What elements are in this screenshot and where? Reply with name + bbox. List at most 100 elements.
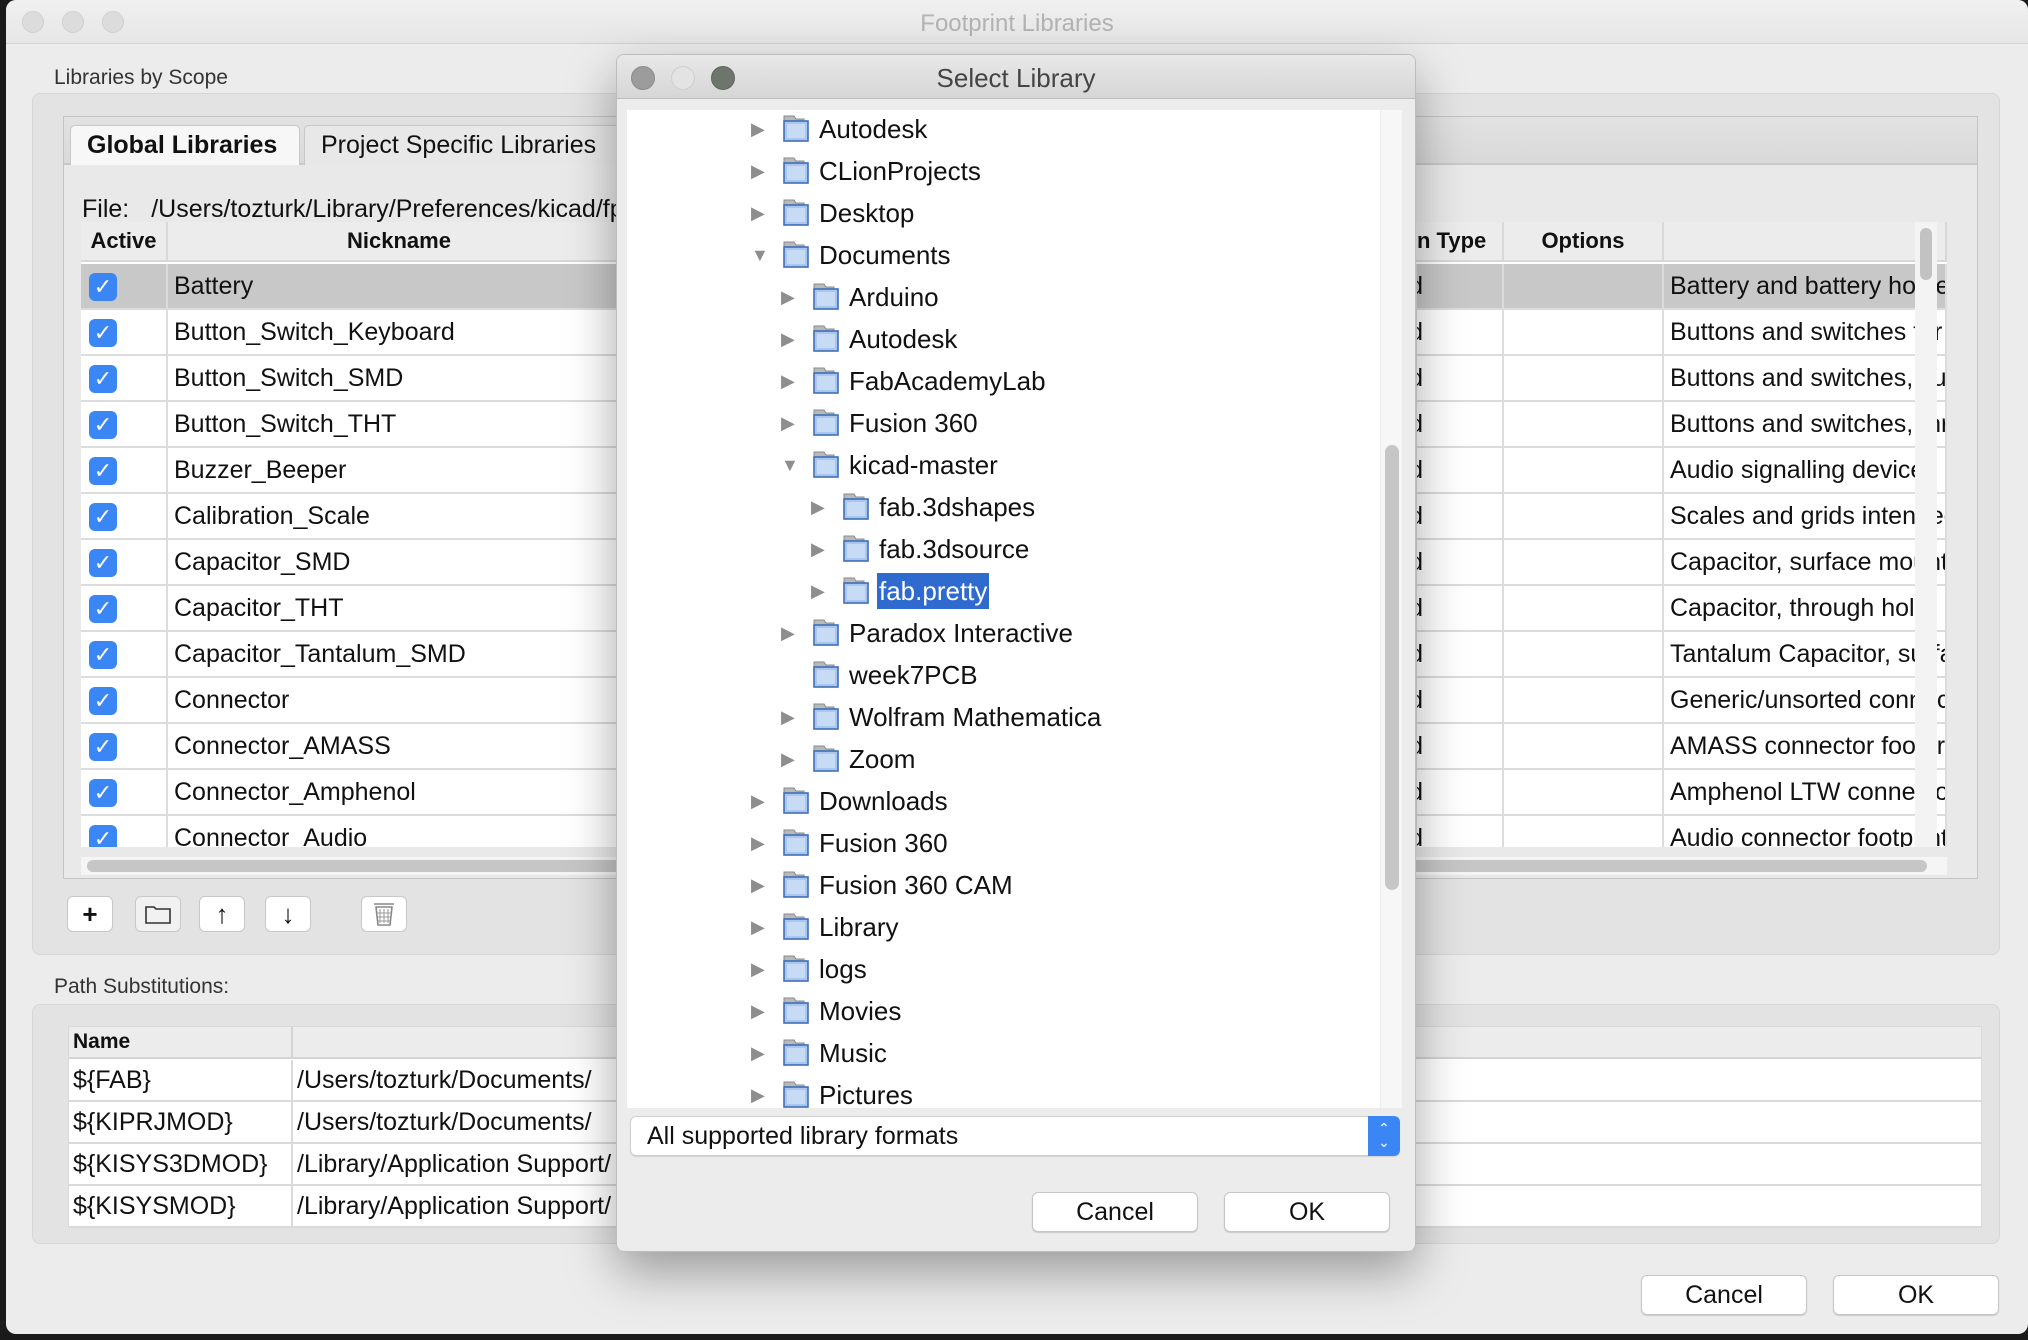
plugin-type-cell[interactable]: KiCad (1417, 724, 1504, 768)
nickname-cell[interactable]: Button_Switch_THT (168, 402, 632, 446)
tree-item[interactable]: ▶ Autodesk (627, 110, 1387, 150)
description-cell[interactable]: Capacitor, surface mount (1664, 540, 1947, 584)
tree-item[interactable]: ▶ Library (627, 906, 1387, 948)
tree-item-label[interactable]: Zoom (847, 741, 917, 777)
disclosure-collapsed-icon[interactable]: ▶ (811, 580, 829, 602)
tree-item-label[interactable]: Arduino (847, 279, 941, 315)
plugin-type-cell[interactable]: KiCad (1417, 678, 1504, 722)
disclosure-collapsed-icon[interactable]: ▶ (781, 370, 799, 392)
substitution-name-cell[interactable]: ${KISYSMOD} (69, 1186, 293, 1226)
options-cell[interactable] (1504, 448, 1664, 492)
options-cell[interactable] (1504, 770, 1664, 814)
tree-item[interactable]: ▼ Documents (627, 234, 1387, 276)
tree-item[interactable]: ▶ Pictures (627, 1074, 1387, 1108)
tree-item-label[interactable]: Downloads (817, 783, 950, 819)
library-format-select[interactable]: All supported library formats ⌃ ⌄ (630, 1116, 1400, 1156)
description-cell[interactable]: Capacitor, through hole (1664, 586, 1947, 630)
tree-item[interactable]: ▶ Wolfram Mathematica (627, 696, 1387, 738)
disclosure-collapsed-icon[interactable]: ▶ (781, 706, 799, 728)
nickname-cell[interactable]: Calibration_Scale (168, 494, 632, 538)
nickname-cell[interactable]: Button_Switch_Keyboard (168, 310, 632, 354)
tree-item[interactable]: ▶ fab.pretty (627, 570, 1387, 612)
column-header-plugin-type[interactable]: n Type (1417, 222, 1504, 262)
tree-item-label[interactable]: Fusion 360 (847, 405, 980, 441)
tree-item[interactable]: ▼ kicad-master (627, 444, 1387, 486)
tree-item[interactable]: ▶ fab.3dshapes (627, 486, 1387, 528)
column-header-name[interactable]: Name (69, 1027, 293, 1059)
tree-item[interactable]: ▶ Zoom (627, 738, 1387, 780)
tree-item-label[interactable]: week7PCB (847, 657, 980, 693)
nickname-cell[interactable]: Capacitor_Tantalum_SMD (168, 632, 632, 676)
options-cell[interactable] (1504, 632, 1664, 676)
nickname-cell[interactable]: Capacitor_THT (168, 586, 632, 630)
options-cell[interactable] (1504, 356, 1664, 400)
disclosure-collapsed-icon[interactable]: ▶ (751, 916, 769, 938)
description-cell[interactable]: Audio connector footprints (1664, 816, 1947, 847)
tree-item-label[interactable]: Fusion 360 CAM (817, 867, 1015, 903)
options-cell[interactable] (1504, 724, 1664, 768)
tree-item-label[interactable]: Music (817, 1035, 889, 1071)
nickname-cell[interactable]: Connector (168, 678, 632, 722)
tree-item-label[interactable]: Desktop (817, 195, 916, 231)
disclosure-collapsed-icon[interactable]: ▶ (811, 496, 829, 518)
tree-item-label[interactable]: Movies (817, 993, 903, 1029)
tree-item[interactable]: ▶ logs (627, 948, 1387, 990)
active-checkbox[interactable]: ✓ (89, 365, 117, 393)
browse-library-button[interactable] (135, 896, 181, 932)
disclosure-expanded-icon[interactable]: ▼ (751, 244, 769, 266)
plugin-type-cell[interactable]: KiCad (1417, 586, 1504, 630)
disclosure-collapsed-icon[interactable]: ▶ (751, 1042, 769, 1064)
plugin-type-cell[interactable]: KiCad (1417, 770, 1504, 814)
disclosure-collapsed-icon[interactable]: ▶ (751, 958, 769, 980)
description-cell[interactable]: Amphenol LTW connectors (1664, 770, 1947, 814)
plugin-type-cell[interactable]: KiCad (1417, 540, 1504, 584)
description-cell[interactable]: Battery and battery holders (1664, 264, 1947, 308)
column-header-nickname[interactable]: Nickname (168, 222, 632, 262)
tab-global-libraries[interactable]: Global Libraries (70, 125, 300, 165)
tree-item-label[interactable]: Fusion 360 (817, 825, 950, 861)
tree-item[interactable]: ▶ Fusion 360 CAM (627, 864, 1387, 906)
plugin-type-cell[interactable]: KiCad (1417, 448, 1504, 492)
nickname-cell[interactable]: Buzzer_Beeper (168, 448, 632, 492)
tree-item-label[interactable]: Library (817, 909, 900, 945)
tree-item[interactable]: week7PCB (627, 654, 1387, 696)
plugin-type-cell[interactable]: KiCad (1417, 494, 1504, 538)
options-cell[interactable] (1504, 540, 1664, 584)
active-cell[interactable]: ✓ (81, 402, 168, 446)
delete-library-button[interactable] (361, 896, 407, 932)
active-checkbox[interactable]: ✓ (89, 273, 117, 301)
active-cell[interactable]: ✓ (81, 678, 168, 722)
disclosure-collapsed-icon[interactable]: ▶ (811, 538, 829, 560)
description-cell[interactable]: Scales and grids intended (1664, 494, 1947, 538)
add-library-button[interactable]: + (67, 896, 113, 932)
disclosure-collapsed-icon[interactable]: ▶ (781, 286, 799, 308)
options-cell[interactable] (1504, 310, 1664, 354)
description-cell[interactable]: Generic/unsorted connectors (1664, 678, 1947, 722)
active-checkbox[interactable]: ✓ (89, 457, 117, 485)
scrollbar-thumb[interactable] (1920, 228, 1932, 280)
folder-tree-scrollbar[interactable] (1380, 110, 1402, 1108)
disclosure-collapsed-icon[interactable]: ▶ (751, 118, 769, 140)
options-cell[interactable] (1504, 586, 1664, 630)
disclosure-collapsed-icon[interactable]: ▶ (781, 328, 799, 350)
options-cell[interactable] (1504, 816, 1664, 847)
active-cell[interactable]: ✓ (81, 448, 168, 492)
plugin-type-cell[interactable]: KiCad (1417, 310, 1504, 354)
active-checkbox[interactable]: ✓ (89, 503, 117, 531)
nickname-cell[interactable]: Capacitor_SMD (168, 540, 632, 584)
active-checkbox[interactable]: ✓ (89, 411, 117, 439)
substitution-name-cell[interactable]: ${KISYS3DMOD} (69, 1144, 293, 1184)
options-cell[interactable] (1504, 402, 1664, 446)
description-cell[interactable]: Buttons and switches, surface mount (1664, 356, 1947, 400)
tree-item[interactable]: ▶ Autodesk (627, 318, 1387, 360)
tree-item[interactable]: ▶ Fusion 360 (627, 402, 1387, 444)
tree-item[interactable]: ▶ Arduino (627, 276, 1387, 318)
tree-item-label[interactable]: Wolfram Mathematica (847, 699, 1103, 735)
active-cell[interactable]: ✓ (81, 310, 168, 354)
options-cell[interactable] (1504, 678, 1664, 722)
ok-button[interactable]: OK (1833, 1275, 1999, 1315)
active-cell[interactable]: ✓ (81, 356, 168, 400)
description-cell[interactable]: Tantalum Capacitor, surface mount (1664, 632, 1947, 676)
active-cell[interactable]: ✓ (81, 264, 168, 308)
plugin-type-cell[interactable]: KiCad (1417, 816, 1504, 847)
